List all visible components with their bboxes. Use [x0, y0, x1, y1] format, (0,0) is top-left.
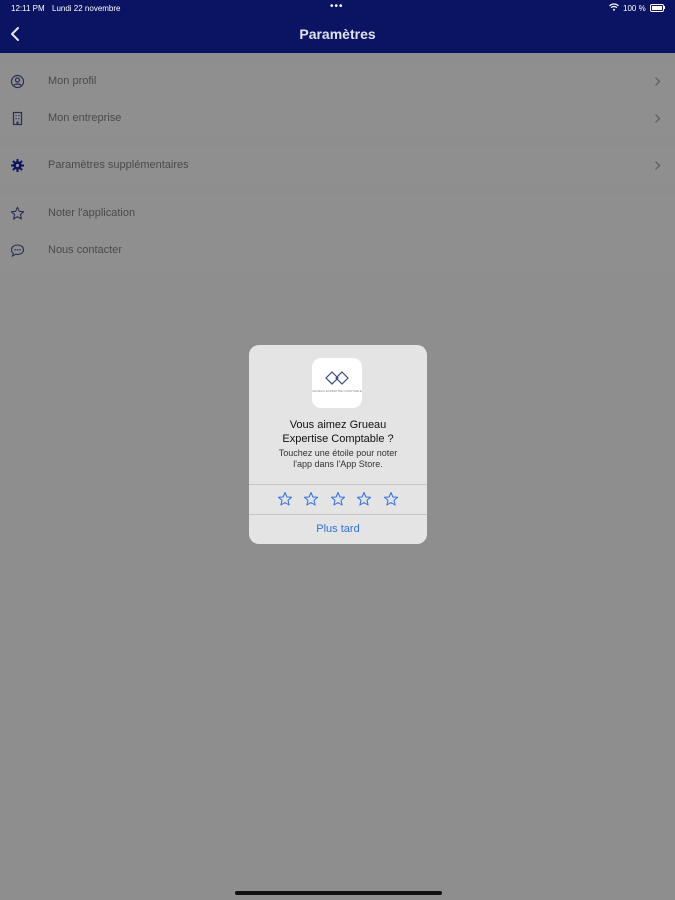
status-time: 12:11 PM: [11, 4, 45, 13]
settings-row-label: Noter l'application: [48, 207, 136, 219]
settings-row-label: Paramètres supplémentaires: [48, 159, 189, 171]
dialog-title-line: Vous aimez Grueau: [289, 419, 387, 431]
app-logo: GRUEAU EXPERTISE COMPTABLE: [312, 358, 362, 408]
settings-group-feedback: Noter l'application Nous contacter: [0, 195, 675, 270]
logo-caption: GRUEAU EXPERTISE COMPTABLE: [312, 389, 362, 393]
gear-icon: [11, 159, 24, 172]
user-circle-icon: [10, 74, 25, 89]
dialog-message-line: Touchez une étoile pour noter: [278, 448, 398, 458]
chevron-right-icon: [655, 161, 661, 170]
battery-tip: [664, 6, 665, 9]
page-title: Paramètres: [299, 26, 376, 42]
status-bar: 12:11 PM Lundi 22 novembre ••• 100 %: [0, 0, 675, 16]
settings-group-advanced: Paramètres supplémentaires: [0, 147, 675, 185]
dialog-title-line: Expertise Comptable ?: [282, 433, 394, 445]
multitasking-dots[interactable]: •••: [330, 1, 344, 12]
settings-row-mon-entreprise[interactable]: Mon entreprise: [0, 100, 675, 137]
settings-row-label: Nous contacter: [48, 244, 122, 256]
star-icon: [10, 206, 25, 220]
star-4-icon[interactable]: [356, 491, 372, 507]
star-1-icon[interactable]: [277, 491, 293, 507]
settings-group-account: Mon profil Mon entreprise: [0, 63, 675, 138]
rating-dialog: GRUEAU EXPERTISE COMPTABLE Vous aimez Gr…: [249, 345, 427, 544]
settings-row-label: Mon entreprise: [48, 112, 122, 124]
star-3-icon[interactable]: [330, 491, 346, 507]
battery-icon: [650, 4, 664, 12]
navigation-bar: Paramètres: [0, 16, 675, 53]
settings-row-label: Mon profil: [48, 75, 97, 87]
settings-row-mon-profil[interactable]: Mon profil: [0, 63, 675, 100]
star-rating: [249, 485, 427, 514]
dialog-message-line: l'app dans l'App Store.: [293, 459, 383, 469]
interlocked-diamonds-logo-icon: [325, 371, 349, 385]
building-icon: [12, 111, 23, 126]
star-5-icon[interactable]: [383, 491, 399, 507]
settings-row-noter-application[interactable]: Noter l'application: [0, 195, 675, 232]
chevron-right-icon: [655, 114, 661, 123]
chevron-right-icon: [655, 77, 661, 86]
battery-percentage: 100 %: [623, 4, 646, 13]
status-date: Lundi 22 novembre: [52, 4, 121, 13]
plus-tard-button[interactable]: Plus tard: [249, 515, 427, 544]
home-indicator[interactable]: [235, 891, 442, 895]
settings-row-nous-contacter[interactable]: Nous contacter: [0, 232, 675, 269]
chat-bubble-icon: [10, 244, 25, 258]
wifi-icon: [609, 3, 619, 11]
settings-row-parametres-supplementaires[interactable]: Paramètres supplémentaires: [0, 147, 675, 184]
dialog-message: Touchez une étoile pour noter l'app dans…: [249, 448, 427, 470]
star-2-icon[interactable]: [303, 491, 319, 507]
dialog-title: Vous aimez Grueau Expertise Comptable ?: [249, 418, 427, 446]
